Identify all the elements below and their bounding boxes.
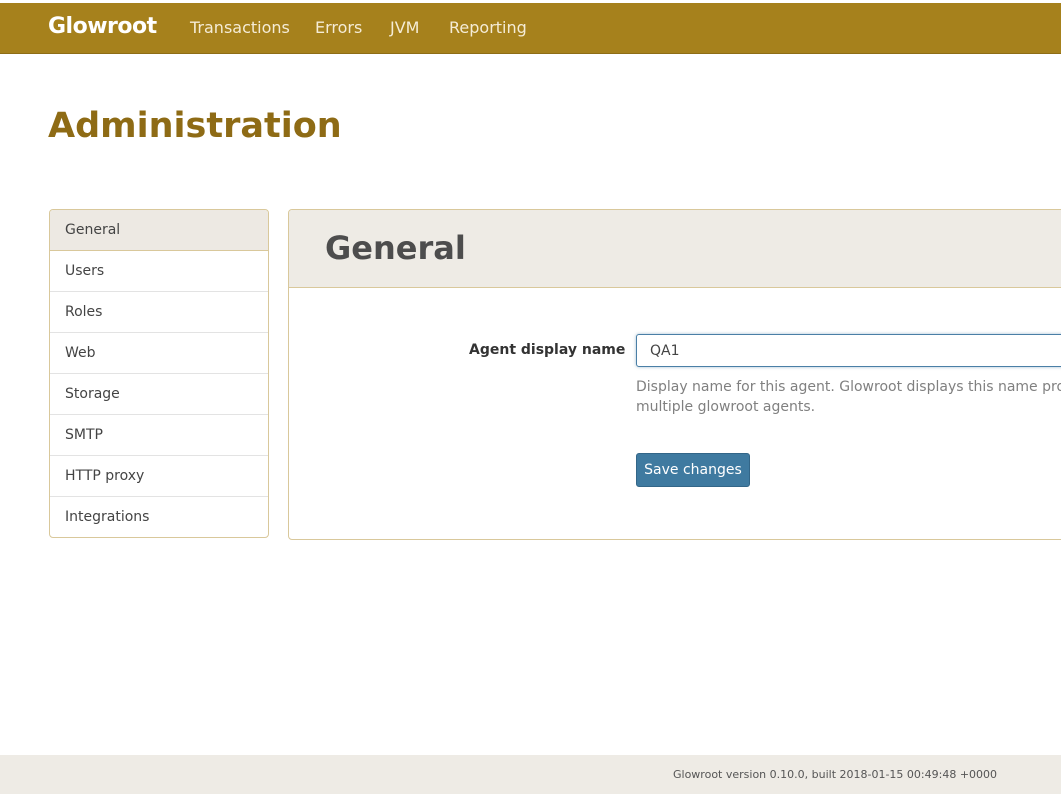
save-changes-button[interactable]: Save changes [636, 453, 750, 487]
sidebar-item-general[interactable]: General [50, 210, 268, 251]
help-text-line-1: Display name for this agent. Glowroot di… [636, 379, 1061, 395]
panel-header: General [289, 210, 1061, 288]
version-info: Glowroot version 0.10.0, built 2018-01-1… [673, 768, 998, 781]
nav-jvm[interactable]: JVM [390, 18, 419, 37]
agent-display-name-help: Display name for this agent. Glowroot di… [636, 377, 1061, 417]
footer: Glowroot version 0.10.0, built 2018-01-1… [0, 755, 1061, 794]
top-navbar: Glowroot Transactions Errors JVM Reporti… [0, 3, 1061, 54]
nav-transactions[interactable]: Transactions [190, 18, 290, 37]
page-title: Administration [48, 106, 342, 146]
sidebar-item-web[interactable]: Web [50, 333, 268, 374]
nav-reporting[interactable]: Reporting [449, 18, 527, 37]
brand-logo[interactable]: Glowroot [48, 14, 157, 39]
help-text-line-2: multiple glowroot agents. [636, 399, 816, 415]
sidebar-item-roles[interactable]: Roles [50, 292, 268, 333]
sidebar-item-storage[interactable]: Storage [50, 374, 268, 415]
agent-display-name-label: Agent display name [469, 342, 626, 358]
sidebar-item-integrations[interactable]: Integrations [50, 497, 268, 537]
admin-sidebar: General Users Roles Web Storage SMTP HTT… [49, 209, 269, 538]
panel-title: General [325, 229, 466, 267]
sidebar-item-http-proxy[interactable]: HTTP proxy [50, 456, 268, 497]
sidebar-item-users[interactable]: Users [50, 251, 268, 292]
nav-errors[interactable]: Errors [315, 18, 362, 37]
general-panel: General Agent display name Display name … [288, 209, 1061, 540]
sidebar-item-smtp[interactable]: SMTP [50, 415, 268, 456]
agent-display-name-input[interactable] [636, 334, 1061, 367]
